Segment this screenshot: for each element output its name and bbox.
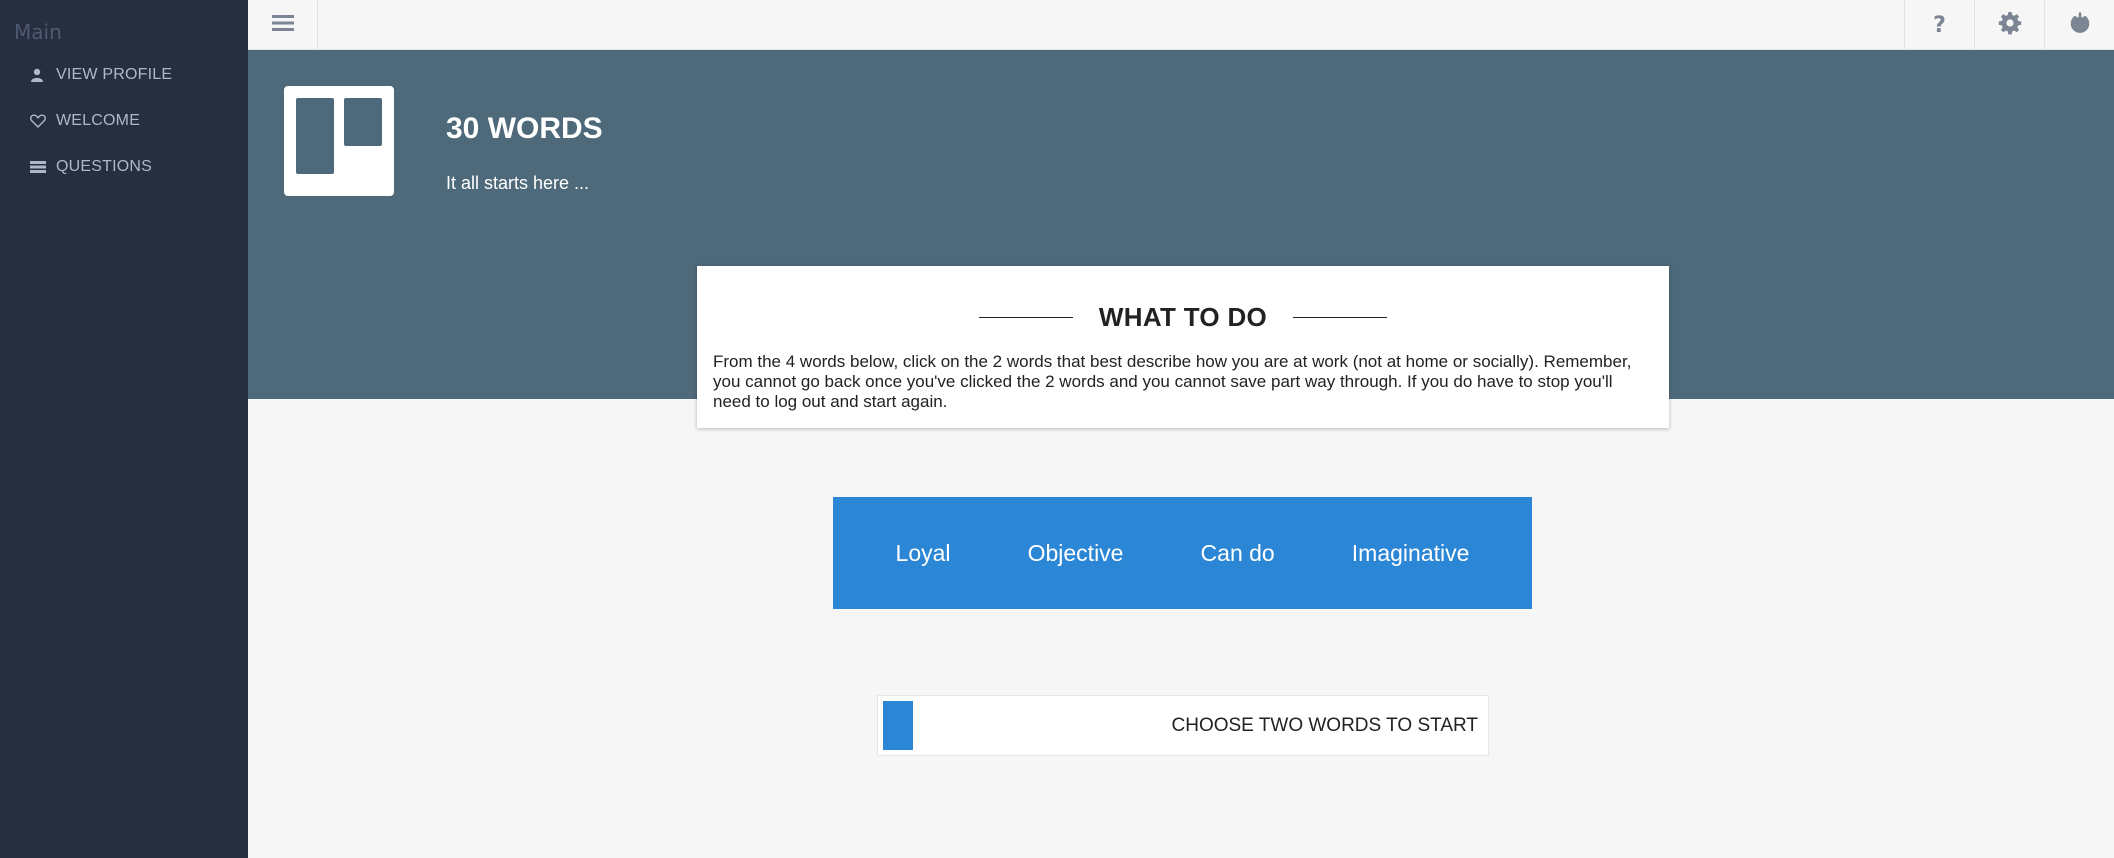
user-icon bbox=[30, 68, 52, 82]
page-title: 30 WORDS bbox=[446, 112, 603, 145]
app-logo bbox=[284, 86, 394, 196]
progress-label: CHOOSE TWO WORDS TO START bbox=[1171, 715, 1479, 736]
settings-button[interactable] bbox=[1974, 0, 2044, 50]
word-choices: Loyal Objective Can do Imaginative bbox=[833, 497, 1532, 609]
progress-fill bbox=[883, 701, 913, 750]
help-icon: ? bbox=[1933, 12, 1946, 38]
list-icon bbox=[30, 160, 52, 174]
logo-column-right bbox=[344, 98, 382, 146]
sidebar-item-welcome[interactable]: WELCOME bbox=[30, 108, 140, 134]
menu-toggle-button[interactable] bbox=[248, 0, 318, 50]
sidebar-item-questions[interactable]: QUESTIONS bbox=[30, 154, 152, 180]
instructions-heading: WHAT TO DO bbox=[697, 302, 1669, 333]
sidebar-item-label: QUESTIONS bbox=[56, 158, 153, 175]
help-button[interactable]: ? bbox=[1904, 0, 1974, 50]
sidebar-item-view-profile[interactable]: VIEW PROFILE bbox=[30, 62, 172, 88]
heart-icon bbox=[30, 114, 52, 128]
progress-bar: CHOOSE TWO WORDS TO START bbox=[877, 695, 1489, 756]
word-option-loyal[interactable]: Loyal bbox=[884, 530, 963, 577]
power-icon bbox=[2069, 11, 2091, 39]
word-option-imaginative[interactable]: Imaginative bbox=[1340, 530, 1482, 577]
sidebar-item-label: WELCOME bbox=[56, 112, 141, 129]
topbar: ? bbox=[248, 0, 2114, 50]
heading-rule-right bbox=[1293, 317, 1388, 318]
logout-button[interactable] bbox=[2044, 0, 2114, 50]
word-option-can-do[interactable]: Can do bbox=[1189, 530, 1287, 577]
logo-column-left bbox=[296, 98, 334, 174]
word-option-objective[interactable]: Objective bbox=[1016, 530, 1136, 577]
instructions-heading-text: WHAT TO DO bbox=[1098, 302, 1268, 332]
sidebar-heading: Main bbox=[14, 20, 62, 44]
heading-rule-left bbox=[978, 317, 1073, 318]
gear-icon bbox=[1998, 11, 2022, 40]
sidebar-item-label: VIEW PROFILE bbox=[56, 66, 173, 83]
instructions-body: From the 4 words below, click on the 2 w… bbox=[713, 352, 1632, 411]
page-subtitle: It all starts here ... bbox=[446, 173, 590, 193]
menu-icon bbox=[271, 14, 294, 37]
sidebar: Main VIEW PROFILE WELCOME QUESTIONS bbox=[0, 0, 248, 858]
instructions-card: WHAT TO DO From the 4 words below, click… bbox=[697, 266, 1669, 428]
